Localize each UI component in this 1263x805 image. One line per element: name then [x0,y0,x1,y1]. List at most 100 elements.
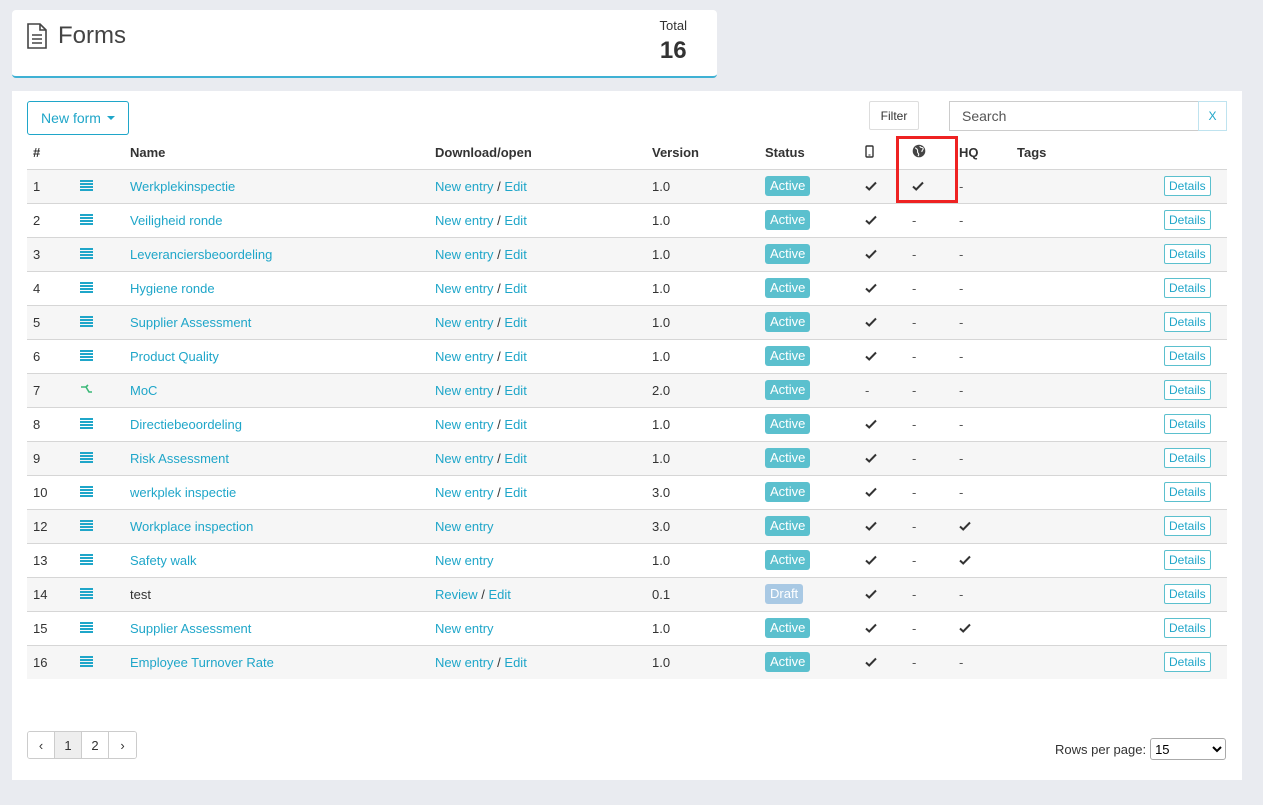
details-button[interactable]: Details [1164,244,1211,264]
col-header-name[interactable]: Name [124,137,429,169]
form-name-link[interactable]: Directiebeoordeling [130,417,242,432]
hq-check-icon [959,519,971,534]
review-link[interactable]: Review [435,587,478,602]
new-entry-link[interactable]: New entry [435,451,494,466]
details-button[interactable]: Details [1164,448,1211,468]
col-header-num[interactable]: # [27,137,74,169]
details-button[interactable]: Details [1164,482,1211,502]
new-entry-link[interactable]: New entry [435,179,494,194]
form-name-link[interactable]: Leveranciersbeoordeling [130,247,272,262]
globe-empty: - [912,382,917,398]
new-entry-link[interactable]: New entry [435,213,494,228]
hq-cell: - [953,406,1011,441]
details-cell: Details [1084,372,1227,407]
new-entry-link[interactable]: New entry [435,417,494,432]
edit-link[interactable]: Edit [504,451,526,466]
details-button[interactable]: Details [1164,584,1211,604]
edit-link[interactable]: Edit [504,349,526,364]
details-button[interactable]: Details [1164,550,1211,570]
list-icon [74,236,124,271]
form-name-link[interactable]: MoC [130,383,157,398]
form-name-link[interactable]: Veiligheid ronde [130,213,223,228]
edit-link[interactable]: Edit [504,315,526,330]
form-name-link[interactable]: Hygiene ronde [130,281,215,296]
flow-icon [74,372,124,407]
new-entry-link[interactable]: New entry [435,655,494,670]
edit-link[interactable]: Edit [504,281,526,296]
mobile-cell [859,474,906,509]
table-row: 12 Workplace inspection New entry 3.0 Active… [27,508,1227,543]
form-name-link[interactable]: Workplace inspection [130,519,253,534]
new-entry-link[interactable]: New entry [435,281,494,296]
new-entry-link[interactable]: New entry [435,315,494,330]
details-button[interactable]: Details [1164,618,1211,638]
details-button[interactable]: Details [1164,516,1211,536]
rows-per-page-select[interactable]: 15 [1150,738,1227,760]
form-name-link[interactable]: Werkplekinspectie [130,179,235,194]
edit-link[interactable]: Edit [489,587,511,602]
tags-cell [1011,168,1084,203]
mobile-cell [859,644,906,679]
version: 1.0 [646,304,759,339]
hq-cell [953,542,1011,577]
new-entry-link[interactable]: New entry [435,621,494,636]
pagination-next-button[interactable]: › [109,732,136,758]
details-button[interactable]: Details [1164,312,1211,332]
details-button[interactable]: Details [1164,652,1211,673]
details-button[interactable]: Details [1164,176,1211,196]
mobile-check-icon [865,451,877,466]
list-icon [74,542,124,577]
edit-link[interactable]: Edit [504,383,526,398]
edit-link[interactable]: Edit [504,247,526,262]
new-entry-link[interactable]: New entry [435,247,494,262]
edit-link[interactable]: Edit [504,485,526,500]
details-button[interactable]: Details [1164,210,1211,230]
form-name-link[interactable]: Supplier Assessment [130,315,251,330]
details-button[interactable]: Details [1164,380,1211,400]
edit-link[interactable]: Edit [504,417,526,432]
list-icon [74,406,124,441]
mobile-cell [859,338,906,373]
pagination-page-1[interactable]: 1 [55,732,82,758]
col-header-version[interactable]: Version [646,137,759,169]
new-entry-link[interactable]: New entry [435,349,494,364]
list-icon [74,610,124,645]
tags-cell [1011,236,1084,271]
mobile-cell [859,542,906,577]
mobile-icon [865,145,874,158]
list-icon [74,270,124,305]
details-button[interactable]: Details [1164,346,1211,366]
edit-link[interactable]: Edit [504,179,526,194]
form-name-link[interactable]: Risk Assessment [130,451,229,466]
tags-cell [1011,474,1084,509]
new-entry-link[interactable]: New entry [435,553,494,568]
col-header-status[interactable]: Status [759,137,859,169]
form-name: Product Quality [124,338,429,373]
form-name-link[interactable]: Safety walk [130,553,196,568]
new-entry-link[interactable]: New entry [435,519,494,534]
new-entry-link[interactable]: New entry [435,383,494,398]
form-name-link[interactable]: werkplek inspectie [130,485,236,500]
col-header-details [1084,137,1227,169]
form-name-link[interactable]: Product Quality [130,349,219,364]
new-entry-link[interactable]: New entry [435,485,494,500]
clear-search-button[interactable]: X [1198,101,1227,131]
globe-cell: - [906,270,953,305]
status: Draft [759,576,859,611]
forms-table: # Name Download/open Version Status HQ T… [27,137,1227,679]
mobile-check-icon [865,213,877,228]
hq-empty: - [959,246,964,262]
new-form-button[interactable]: New form [27,101,129,135]
status-badge: Active [765,176,811,196]
filter-button[interactable]: Filter [869,101,919,130]
form-name-link[interactable]: Employee Turnover Rate [130,655,274,670]
form-name-link[interactable]: Supplier Assessment [130,621,251,636]
pagination-page-2[interactable]: 2 [82,732,109,758]
details-button[interactable]: Details [1164,278,1211,298]
edit-link[interactable]: Edit [504,213,526,228]
details-button[interactable]: Details [1164,414,1211,434]
row-number: 6 [27,338,74,373]
search-input[interactable] [949,101,1199,131]
edit-link[interactable]: Edit [504,655,526,670]
pagination-prev-button[interactable]: ‹ [28,732,55,758]
